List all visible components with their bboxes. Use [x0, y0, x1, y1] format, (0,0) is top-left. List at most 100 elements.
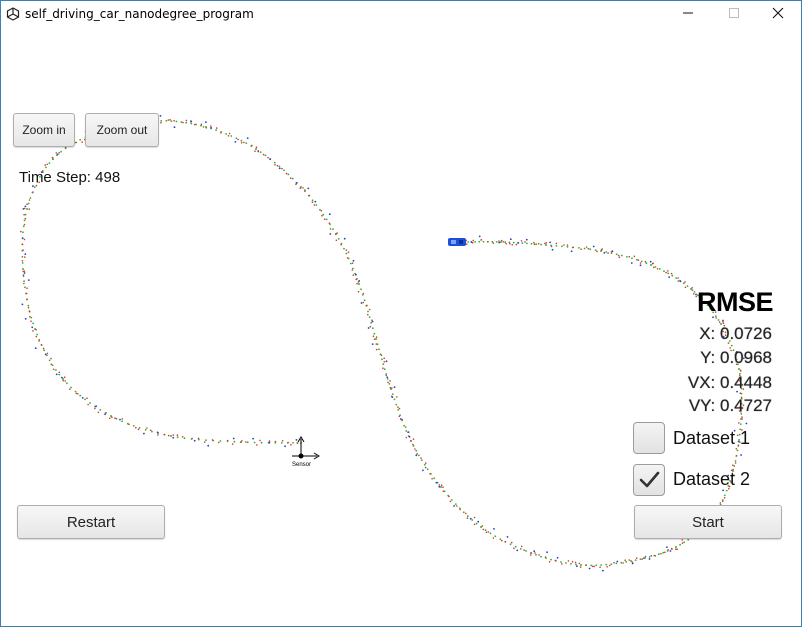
lidar-measurement [210, 125, 212, 127]
lidar-measurement [566, 244, 569, 246]
estimate-point [423, 463, 426, 466]
estimate-point [525, 550, 527, 552]
radar-measurement [385, 360, 388, 363]
lidar-measurement [313, 204, 316, 206]
lidar-measurement [220, 132, 222, 134]
estimate-point [636, 258, 638, 261]
minimize-button[interactable] [665, 1, 711, 29]
radar-measurement [34, 347, 37, 350]
estimate-point [160, 120, 163, 122]
estimate-point [45, 354, 48, 357]
lidar-measurement [372, 335, 375, 338]
lidar-measurement [371, 319, 373, 322]
estimate-point [170, 435, 172, 437]
start-button[interactable]: Start [634, 505, 782, 539]
lidar-measurement [46, 352, 49, 355]
lidar-measurement [664, 551, 666, 554]
radar-measurement [193, 439, 196, 442]
radar-measurement [549, 241, 551, 244]
estimate-point [600, 564, 603, 566]
lidar-measurement [492, 537, 495, 539]
estimate-point [332, 228, 334, 231]
dataset-1-checkbox[interactable] [633, 422, 665, 454]
radar-measurement [399, 418, 402, 420]
estimate-point [70, 386, 72, 389]
lidar-measurement [149, 429, 152, 432]
radar-measurement [551, 248, 554, 251]
estimate-point [180, 121, 183, 123]
simulator-scene[interactable]: Sensor Zoom in Zoom out Time Step: 498 R… [1, 29, 801, 626]
lidar-measurement [200, 123, 203, 126]
estimate-point [287, 173, 290, 176]
lidar-measurement [677, 277, 679, 279]
estimate-point [176, 436, 179, 439]
lidar-measurement [226, 439, 229, 442]
radar-measurement [498, 241, 501, 244]
app-window: self_driving_car_nanodegree_program Sens… [0, 0, 802, 627]
lidar-measurement [607, 252, 609, 254]
radar-measurement [506, 536, 509, 538]
lidar-measurement [24, 217, 27, 220]
lidar-measurement [412, 438, 415, 440]
lidar-measurement [601, 248, 603, 250]
estimate-point [200, 124, 202, 127]
lidar-measurement [289, 177, 292, 179]
radar-measurement [367, 327, 370, 329]
estimate-point [381, 358, 383, 361]
estimate-point [590, 564, 592, 567]
lidar-measurement [741, 416, 743, 418]
lidar-measurement [635, 557, 638, 559]
lidar-measurement [511, 244, 513, 246]
lidar-measurement [537, 243, 540, 245]
close-button[interactable] [755, 1, 801, 29]
lidar-measurement [396, 396, 398, 398]
estimate-point [388, 383, 391, 385]
estimate-point [319, 208, 321, 211]
lidar-measurement [251, 144, 253, 147]
estimate-point [245, 142, 248, 145]
lidar-measurement [320, 209, 323, 212]
lidar-measurement [610, 251, 613, 253]
lidar-measurement [533, 241, 535, 244]
estimate-point [27, 304, 30, 307]
estimate-point [663, 270, 665, 272]
estimate-point [170, 120, 173, 122]
lidar-measurement [548, 561, 551, 563]
lidar-measurement [505, 243, 508, 245]
lidar-measurement [281, 167, 283, 170]
zoom-in-button[interactable]: Zoom in [13, 113, 75, 147]
lidar-measurement [719, 502, 722, 504]
lidar-measurement [456, 505, 458, 507]
estimate-point [311, 199, 314, 202]
estimate-point [58, 373, 61, 376]
lidar-measurement [197, 437, 200, 440]
radar-measurement [509, 238, 512, 241]
lidar-measurement [734, 462, 737, 464]
estimate-point [509, 543, 512, 546]
zoom-out-button[interactable]: Zoom out [85, 113, 159, 147]
radar-measurement [669, 550, 672, 552]
estimate-point [514, 545, 517, 548]
lidar-measurement [176, 434, 179, 436]
lidar-measurement [121, 418, 124, 420]
lidar-measurement [24, 256, 26, 258]
radar-measurement [343, 237, 346, 240]
dataset-2-checkbox[interactable] [633, 464, 665, 496]
lidar-measurement [128, 423, 130, 426]
estimate-point [675, 277, 678, 279]
lidar-measurement [51, 156, 54, 159]
lidar-measurement [340, 243, 342, 246]
lidar-measurement [641, 558, 643, 560]
lidar-measurement [684, 281, 686, 283]
lidar-measurement [480, 239, 482, 241]
title-bar[interactable]: self_driving_car_nanodegree_program [1, 1, 801, 29]
lidar-measurement [676, 548, 678, 550]
maximize-button[interactable] [711, 1, 757, 29]
radar-measurement [453, 505, 455, 507]
lidar-measurement [617, 254, 620, 257]
lidar-measurement [25, 292, 28, 295]
lidar-measurement [23, 282, 25, 285]
lidar-measurement [375, 343, 378, 345]
radar-measurement [24, 205, 27, 208]
restart-button[interactable]: Restart [17, 505, 165, 539]
